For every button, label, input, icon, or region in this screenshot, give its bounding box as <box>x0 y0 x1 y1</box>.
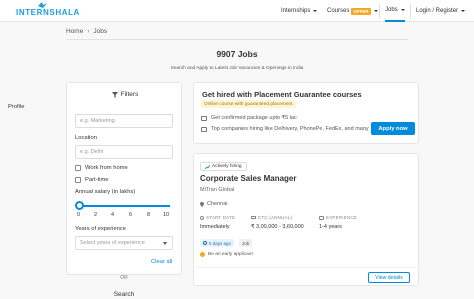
profile-input[interactable]: e.g. Marketing <box>75 114 173 128</box>
briefcase-icon <box>319 215 324 220</box>
trend-up-icon <box>205 164 210 169</box>
promo-line-package-text: Get confirmed package upto ₹5 lac <box>211 115 297 121</box>
promo-line-companies: Top companies hiring like Delhivery, Pho… <box>201 126 369 132</box>
logo-bird-icon <box>38 2 47 8</box>
offer-badge: OFFER <box>351 7 371 15</box>
experience-value: 1-4 years <box>319 224 342 230</box>
filters-heading-label: Filters <box>120 91 139 98</box>
company-name: MiTran Global <box>200 187 235 193</box>
salary-label: Annual salary (in lakhs) <box>75 189 136 195</box>
checkbox-icon <box>75 165 81 171</box>
chevron-down-icon <box>461 10 466 12</box>
posted-badge: 5 days ago <box>200 239 235 247</box>
chevron-down-icon <box>400 9 405 11</box>
salary-tick: 6 <box>129 212 133 218</box>
divider <box>66 39 408 40</box>
nav-courses-label: Courses <box>327 8 350 14</box>
nav-jobs-label: Jobs <box>385 7 398 13</box>
breadcrumb-home[interactable]: Home <box>66 28 83 35</box>
bolt-icon <box>200 252 205 257</box>
start-date-value: Immediately <box>200 224 230 230</box>
job-title[interactable]: Corporate Sales Manager <box>200 174 296 183</box>
job-location-text: Chennai <box>207 201 228 207</box>
checkbox-icon <box>75 177 81 183</box>
early-applicant-note: Be an early applicant <box>200 252 253 257</box>
actively-hiring-badge: Actively hiring <box>200 162 247 171</box>
promo-line-package: Get confirmed package upto ₹5 lac <box>201 115 297 121</box>
building-icon <box>201 126 207 132</box>
work-from-home-label: Work from home <box>85 165 128 171</box>
money-icon <box>251 215 256 220</box>
experience-select-placeholder: Select years of experience <box>80 240 145 246</box>
results-subtitle: Search and Apply to Latest Job Vacancies… <box>170 66 304 71</box>
location-label: Location <box>75 135 97 141</box>
logo-text: INTERNSHALA <box>16 8 80 17</box>
start-date-label-text: START DATE <box>206 215 236 220</box>
results-count: 9907 Jobs <box>216 49 258 59</box>
nav-login-label: Login / Register <box>416 8 459 14</box>
nav-internships-label: Internships <box>281 8 311 14</box>
nav-divider <box>379 4 380 18</box>
part-time-label: Part-time <box>85 177 109 183</box>
chevron-down-icon <box>373 10 378 12</box>
job-location: Chennai <box>200 201 228 207</box>
salary-tick: 0 <box>77 212 81 218</box>
job-type-badge: Job <box>239 239 253 247</box>
or-divider: OR <box>120 275 128 281</box>
experience-meta-label: EXPERIENCE <box>319 215 357 220</box>
experience-select[interactable]: Select years of experience <box>75 236 173 250</box>
nav-internships[interactable]: Internships <box>281 0 318 22</box>
chevron-down-icon <box>163 242 167 245</box>
work-from-home-checkbox[interactable]: Work from home <box>75 165 128 171</box>
clock-icon <box>203 241 207 245</box>
experience-label: Years of experience <box>75 226 127 232</box>
salary-tick: 2 <box>94 212 98 218</box>
profile-label: Profile <box>8 104 25 110</box>
filters-heading: Filters <box>67 91 183 98</box>
part-time-checkbox[interactable]: Part-time <box>75 177 109 183</box>
apply-now-button[interactable]: Apply now <box>371 122 415 135</box>
breadcrumb-current: Jobs <box>93 28 108 35</box>
view-details-button[interactable]: View details <box>368 272 410 283</box>
filter-icon <box>111 91 118 98</box>
salary-tick: 4 <box>111 212 115 218</box>
play-circle-icon <box>200 215 204 220</box>
ctc-label: CTC (ANNUAL) <box>251 215 292 220</box>
ctc-label-text: CTC (ANNUAL) <box>258 215 293 220</box>
early-applicant-text: Be an early applicant <box>208 252 253 257</box>
breadcrumb: Home › Jobs <box>66 28 107 35</box>
salary-tick: 8 <box>147 212 151 218</box>
location-input[interactable]: e.g. Delhi <box>75 145 173 159</box>
actively-hiring-label: Actively hiring <box>212 164 242 169</box>
nav-courses[interactable]: Courses OFFER <box>327 0 378 22</box>
money-icon <box>201 115 207 121</box>
breadcrumb-separator: › <box>87 28 90 35</box>
salary-tick: 10 <box>163 212 170 218</box>
posted-text: 5 days ago <box>209 240 232 246</box>
experience-meta-label-text: EXPERIENCE <box>326 215 358 220</box>
promo-line-companies-text: Top companies hiring like Delhivery, Pho… <box>211 126 369 132</box>
internshala-logo[interactable]: INTERNSHALA <box>16 2 80 17</box>
salary-slider-handle[interactable] <box>75 201 84 210</box>
nav-login-register[interactable]: Login / Register <box>416 0 466 22</box>
location-pin-icon <box>200 201 204 207</box>
ctc-value: ₹ 3,00,000 - 3,60,000 <box>251 224 304 230</box>
nav-jobs[interactable]: Jobs <box>385 0 405 22</box>
divider <box>196 267 419 268</box>
promo-title: Get hired with Placement Guarantee cours… <box>202 90 362 99</box>
promo-badge: Online course with guaranteed placement <box>201 100 296 108</box>
salary-slider-track[interactable] <box>78 205 170 207</box>
nav-divider <box>410 4 411 18</box>
start-date-label: START DATE <box>200 215 235 220</box>
search-label: Search <box>113 291 135 298</box>
chevron-down-icon <box>313 10 318 12</box>
top-header: INTERNSHALA Internships Courses OFFER Jo… <box>0 0 474 22</box>
